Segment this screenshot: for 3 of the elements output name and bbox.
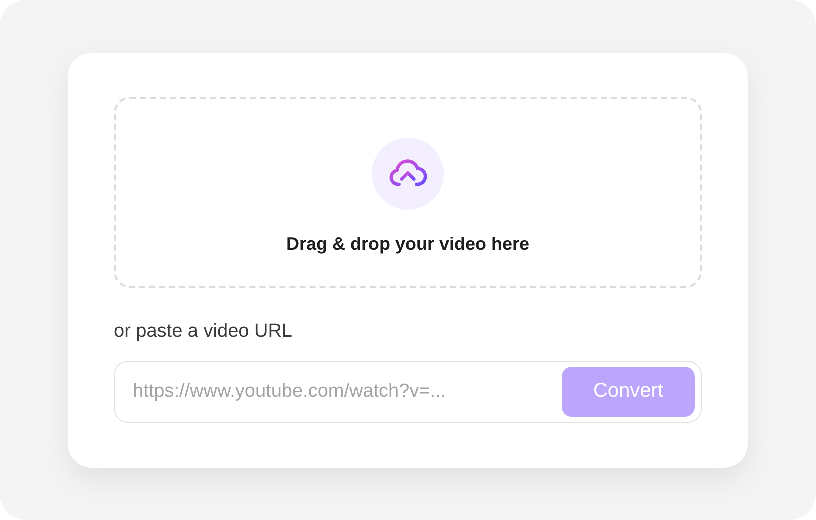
- dropzone-label: Drag & drop your video here: [286, 234, 530, 254]
- url-label: or paste a video URL: [114, 320, 294, 342]
- dropzone[interactable]: Drag & drop your video here: [114, 96, 702, 288]
